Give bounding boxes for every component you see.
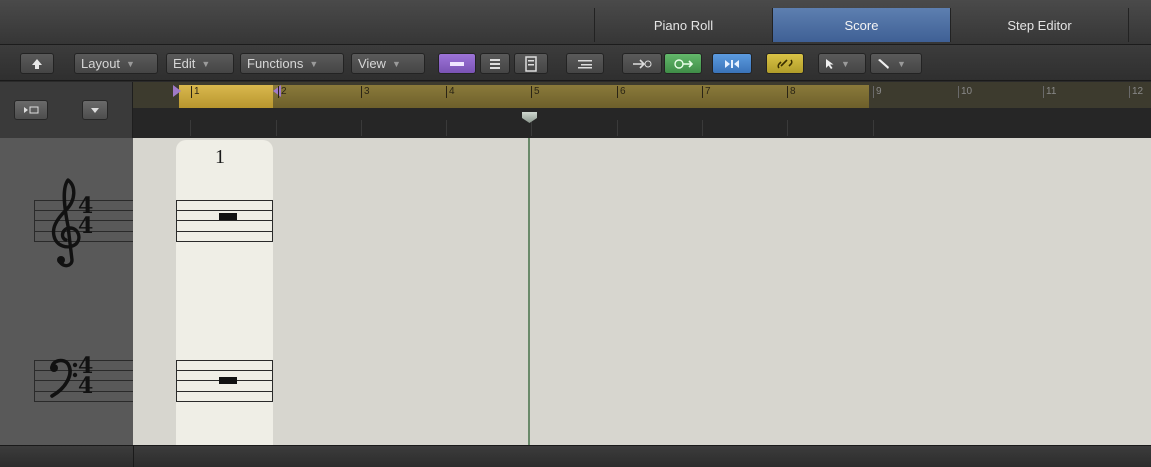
menu-toggle-icon[interactable] bbox=[82, 100, 108, 120]
bass-clef-icon bbox=[50, 358, 78, 398]
functions-menu-label: Functions bbox=[247, 56, 304, 71]
pencil-tool-icon[interactable]: ▼ bbox=[870, 53, 922, 74]
linear-view-icon[interactable] bbox=[438, 53, 476, 74]
tab-step-editor[interactable]: Step Editor bbox=[950, 8, 1128, 42]
bar-ruler[interactable]: 1 2 3 4 5 6 7 8 9 10 11 12 bbox=[133, 82, 1151, 138]
bar-number: 6 bbox=[617, 86, 626, 98]
chevron-down-icon: ▼ bbox=[126, 58, 135, 69]
score-canvas[interactable]: 1 bbox=[133, 138, 1151, 445]
editor-tab-bar: Piano Roll Score Step Editor bbox=[0, 0, 1151, 45]
tab-piano-roll[interactable]: Piano Roll bbox=[594, 8, 772, 42]
filter-icon[interactable] bbox=[566, 53, 604, 74]
bar-number: 8 bbox=[787, 86, 796, 98]
chevron-down-icon: ▼ bbox=[841, 58, 850, 69]
tab-overflow bbox=[1128, 8, 1151, 42]
whole-rest-bass[interactable] bbox=[219, 377, 237, 384]
catch-icon[interactable] bbox=[664, 53, 702, 74]
midi-out-icon[interactable] bbox=[712, 53, 752, 74]
midi-in-icon[interactable] bbox=[622, 53, 662, 74]
layout-menu-label: Layout bbox=[81, 56, 121, 71]
edit-menu[interactable]: Edit ▼ bbox=[166, 53, 234, 74]
playhead-line[interactable] bbox=[528, 138, 530, 445]
score-toolbar: Layout ▼ Edit ▼ Functions ▼ View ▼ ▼ ▼ bbox=[0, 45, 1151, 81]
tab-label: Step Editor bbox=[1007, 17, 1072, 33]
tab-score[interactable]: Score bbox=[772, 8, 950, 42]
bass-time-signature: 4 4 bbox=[78, 355, 94, 399]
region-inspector-icon[interactable] bbox=[14, 100, 48, 120]
measure-number: 1 bbox=[215, 146, 225, 168]
tab-label: Score bbox=[844, 17, 879, 33]
chevron-down-icon: ▼ bbox=[201, 58, 211, 69]
bar-number: 9 bbox=[873, 86, 882, 98]
bar-number: 3 bbox=[361, 86, 370, 98]
bar-number: 7 bbox=[702, 86, 711, 98]
bar-number: 5 bbox=[531, 86, 540, 98]
page-view-icon[interactable] bbox=[480, 53, 510, 74]
bar-number: 4 bbox=[446, 86, 455, 98]
global-tracks-header bbox=[0, 82, 133, 138]
view-menu-label: View bbox=[358, 56, 386, 71]
score-sets-icon[interactable] bbox=[514, 53, 548, 74]
bar-number: 12 bbox=[1129, 86, 1143, 98]
edit-menu-label: Edit bbox=[173, 56, 196, 71]
bar-number: 1 bbox=[191, 86, 200, 98]
chevron-down-icon: ▼ bbox=[309, 58, 319, 69]
whole-rest-treble[interactable] bbox=[219, 213, 237, 220]
chevron-down-icon: ▼ bbox=[897, 58, 906, 69]
layout-menu[interactable]: Layout ▼ bbox=[74, 53, 158, 74]
bottom-scrollbar[interactable] bbox=[0, 445, 1151, 467]
chevron-down-icon: ▼ bbox=[391, 58, 401, 69]
bar-number: 10 bbox=[958, 86, 972, 98]
pointer-tool-icon[interactable]: ▼ bbox=[818, 53, 866, 74]
view-menu[interactable]: View ▼ bbox=[351, 53, 425, 74]
bar-number: 2 bbox=[278, 86, 287, 98]
link-icon[interactable] bbox=[766, 53, 804, 74]
cycle-start-marker-icon[interactable] bbox=[173, 85, 181, 97]
bar-number: 11 bbox=[1043, 86, 1056, 98]
marker-track[interactable] bbox=[133, 108, 1151, 138]
measure-1[interactable]: 1 bbox=[176, 140, 273, 445]
functions-menu[interactable]: Functions ▼ bbox=[240, 53, 344, 74]
time-signature-bottom: 4 bbox=[78, 373, 94, 399]
time-signature-bottom: 4 bbox=[78, 213, 94, 239]
cycle-track[interactable]: 1 2 3 4 5 6 7 8 9 10 11 12 bbox=[133, 82, 1151, 108]
score-header-column: 4 4 4 4 bbox=[0, 138, 133, 445]
treble-time-signature: 4 4 bbox=[78, 195, 94, 239]
up-arrow-icon[interactable] bbox=[20, 53, 54, 74]
tab-label: Piano Roll bbox=[653, 17, 714, 33]
